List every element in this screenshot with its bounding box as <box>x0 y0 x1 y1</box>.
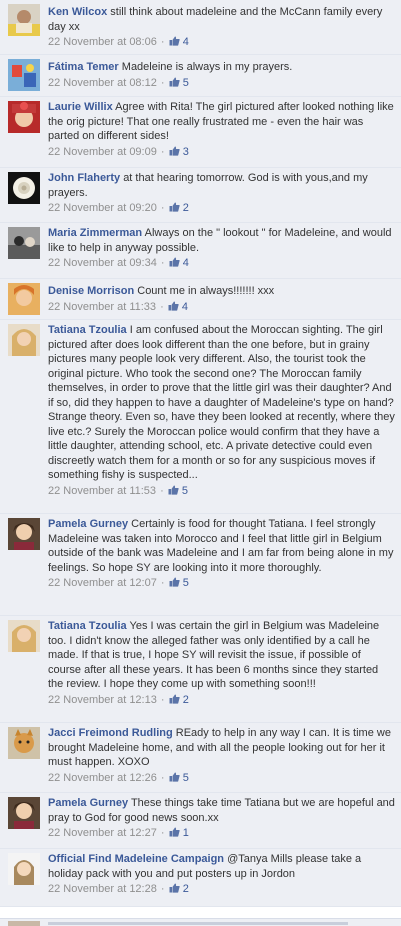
thumbs-up-icon[interactable] <box>169 694 180 704</box>
thumbs-up-icon[interactable] <box>169 257 180 267</box>
comment-timestamp[interactable]: 22 November at 09:09 <box>48 146 157 158</box>
comment-timestamp[interactable]: 22 November at 12:07 <box>48 577 157 589</box>
comment-item: Official Find Madeleine Campaign @Tanya … <box>0 849 401 907</box>
comment-timestamp[interactable]: 22 November at 09:34 <box>48 257 157 269</box>
comment-item: Tatiana Tzoulia I am confused about the … <box>0 320 401 514</box>
comment-item: Jacci Freimond Rudling REady to help in … <box>0 723 401 793</box>
like-count[interactable]: 2 <box>183 694 189 706</box>
like-count[interactable]: 5 <box>183 772 189 784</box>
thumbs-up-icon[interactable] <box>169 146 180 156</box>
thumbs-up-icon[interactable] <box>169 77 180 87</box>
separator: · <box>160 883 165 895</box>
like-count[interactable]: 5 <box>183 577 189 589</box>
like-count[interactable]: 1 <box>183 827 189 839</box>
separator: · <box>160 693 165 706</box>
like-count[interactable]: 5 <box>182 485 188 497</box>
avatar[interactable] <box>8 172 40 204</box>
comment-author[interactable]: Pamela Gurney <box>48 797 128 809</box>
comment-author[interactable]: Ken Wilcox <box>48 6 107 18</box>
like-count[interactable]: 4 <box>182 301 188 313</box>
comment-item: Laurie Willix Agree with Rita! The girl … <box>0 97 401 168</box>
comment-author[interactable]: John Flaherty <box>48 172 120 184</box>
separator: · <box>160 36 165 48</box>
avatar[interactable] <box>8 620 40 652</box>
comment-text: Count me in always!!!!!!! xxx <box>137 285 275 297</box>
separator: · <box>160 827 165 839</box>
comment-timestamp[interactable]: 22 November at 09:20 <box>48 202 157 214</box>
like-count[interactable]: 2 <box>183 883 189 895</box>
avatar <box>8 921 40 926</box>
thumbs-up-icon[interactable] <box>169 883 180 893</box>
comment-timestamp[interactable]: 22 November at 08:06 <box>48 36 157 48</box>
thumbs-up-icon[interactable] <box>169 36 180 46</box>
comment-timestamp[interactable]: 22 November at 12:13 <box>48 694 157 706</box>
separator: · <box>160 577 165 589</box>
separator: · <box>160 202 165 214</box>
comment-timestamp[interactable]: 22 November at 11:53 <box>48 485 156 497</box>
comment-author[interactable]: Jacci Freimond Rudling <box>48 727 173 739</box>
comment-item: Tatiana Tzoulia Yes I was certain the gi… <box>0 616 401 723</box>
like-count[interactable]: 2 <box>183 202 189 214</box>
avatar[interactable] <box>8 324 40 356</box>
comment-item: John Flaherty at that hearing tomorrow. … <box>0 168 401 223</box>
avatar[interactable] <box>8 283 40 315</box>
avatar[interactable] <box>8 853 40 885</box>
comment-author[interactable]: Fátima Temer <box>48 61 119 73</box>
avatar[interactable] <box>8 727 40 759</box>
comment-item: Fátima Temer Madeleine is always in my p… <box>0 55 401 97</box>
separator: · <box>160 257 165 269</box>
thumbs-up-icon[interactable] <box>169 772 180 782</box>
comment-author[interactable]: Tatiana Tzoulia <box>48 324 127 336</box>
avatar[interactable] <box>8 227 40 259</box>
avatar[interactable] <box>8 101 40 133</box>
like-count[interactable]: 3 <box>183 146 189 158</box>
comment-feed: Ken Wilcox still think about madeleine a… <box>0 0 401 907</box>
comment-timestamp[interactable]: 22 November at 11:33 <box>48 301 156 313</box>
thumbs-up-icon[interactable] <box>169 202 180 212</box>
comment-timestamp[interactable]: 22 November at 12:27 <box>48 827 157 839</box>
avatar[interactable] <box>8 518 40 550</box>
comment-text: I am confused about the Moroccan sightin… <box>48 324 395 481</box>
comment-item: Maria Zimmerman Always on the " lookout … <box>0 223 401 279</box>
separator: · <box>160 771 165 784</box>
comment-item: Denise Morrison Count me in always!!!!!!… <box>0 279 401 320</box>
like-count[interactable]: 4 <box>183 257 189 269</box>
separator: · <box>160 76 165 89</box>
avatar[interactable] <box>8 59 40 91</box>
like-count[interactable]: 4 <box>183 36 189 48</box>
comment-author[interactable]: Official Find Madeleine Campaign <box>48 853 224 865</box>
avatar[interactable] <box>8 797 40 829</box>
thumbs-up-icon[interactable] <box>169 577 180 587</box>
comment-author[interactable]: Laurie Willix <box>48 101 113 113</box>
comment-author[interactable]: Tatiana Tzoulia <box>48 620 127 632</box>
comment-item: Pamela Gurney Certainly is food for thou… <box>0 514 401 616</box>
separator: · <box>160 300 164 313</box>
comment-timestamp[interactable]: 22 November at 08:12 <box>48 77 157 89</box>
thumbs-up-icon[interactable] <box>168 301 179 311</box>
comment-text: Madeleine is always in my prayers. <box>121 61 293 73</box>
like-count[interactable]: 5 <box>183 77 189 89</box>
comment-item: Ken Wilcox still think about madeleine a… <box>0 0 401 55</box>
comment-timestamp[interactable]: 22 November at 12:26 <box>48 772 157 784</box>
thumbs-up-icon[interactable] <box>169 827 180 837</box>
separator: · <box>160 145 165 158</box>
separator: · <box>160 484 164 497</box>
comment-timestamp[interactable]: 22 November at 12:28 <box>48 883 157 895</box>
comment-author[interactable]: Pamela Gurney <box>48 518 128 530</box>
comment-author[interactable]: Denise Morrison <box>48 285 134 297</box>
avatar[interactable] <box>8 4 40 36</box>
thumbs-up-icon[interactable] <box>168 485 179 495</box>
comment-item: Pamela Gurney These things take time Tat… <box>0 793 401 849</box>
comment-author[interactable]: Maria Zimmerman <box>48 227 142 239</box>
